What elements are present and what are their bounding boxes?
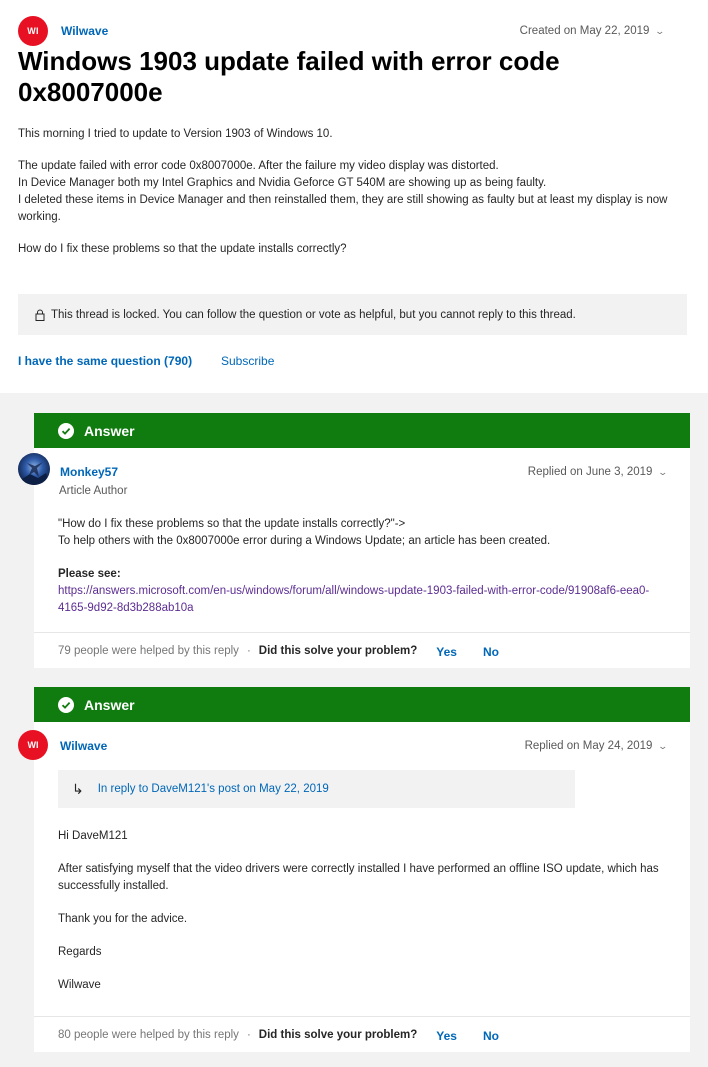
reply-paragraph: Wilwave xyxy=(58,979,101,991)
locked-notice: This thread is locked. You can follow th… xyxy=(18,294,687,335)
reply-author-link[interactable]: Wilwave xyxy=(60,739,107,753)
answer-banner: Answer xyxy=(34,687,690,722)
no-button[interactable]: No xyxy=(483,645,499,659)
question-author-link[interactable]: Wilwave xyxy=(61,24,108,38)
question-body: This morning I tried to update to Versio… xyxy=(18,126,683,273)
reply-date[interactable]: Replied on May 24, 2019 ⌄ xyxy=(524,740,669,752)
solve-prompt: Did this solve your problem? xyxy=(258,1028,418,1041)
answer-card: Answer Wilwave Replied on May 24, 2019 ⌄ … xyxy=(34,687,690,1052)
question-paragraph: How do I fix these problems so that the … xyxy=(18,243,347,255)
answer-card: Answer Monkey57 Article Author Replied o… xyxy=(34,413,690,668)
yes-button[interactable]: Yes xyxy=(436,1029,457,1043)
checkmark-icon xyxy=(58,422,74,439)
reply-paragraph: Please see: https://answers.microsoft.co… xyxy=(58,566,673,617)
reply-body: Hi DaveM121 After satisfying myself that… xyxy=(58,828,673,1010)
in-reply-to-link[interactable]: In reply to DaveM121's post on May 22, 2… xyxy=(98,783,329,795)
reply-body: "How do I fix these problems so that the… xyxy=(58,516,673,633)
answer-banner-label: Answer xyxy=(84,422,135,439)
created-date-text: Created on May 22, 2019 xyxy=(519,25,650,37)
question-line: In Device Manager both my Intel Graphics… xyxy=(18,177,547,189)
reply-footer: 80 people were helped by this reply · Di… xyxy=(34,1016,690,1052)
checkmark-icon xyxy=(58,696,74,713)
reply-footer: 79 people were helped by this reply · Di… xyxy=(34,632,690,668)
helped-count: 80 people were helped by this reply xyxy=(58,1028,239,1041)
reply-date-text: Replied on May 24, 2019 xyxy=(524,740,653,752)
question-paragraph: This morning I tried to update to Versio… xyxy=(18,128,333,140)
reply-date[interactable]: Replied on June 3, 2019 ⌄ xyxy=(527,466,669,478)
question-section: WI Wilwave Created on May 22, 2019 ⌄ Wind… xyxy=(0,0,708,393)
reply-line: To help others with the 0x8007000e error… xyxy=(58,535,551,547)
page-title: Windows 1903 update failed with error co… xyxy=(18,46,560,107)
answer-banner: Answer xyxy=(34,413,690,448)
no-button[interactable]: No xyxy=(483,1029,499,1043)
same-question-button[interactable]: I have the same question (790) xyxy=(18,354,192,368)
question-line: The update failed with error code 0x8007… xyxy=(18,160,499,172)
chevron-down-icon: ⌄ xyxy=(657,741,669,751)
avatar[interactable]: WI xyxy=(18,16,48,46)
question-line: I deleted these items in Device Manager … xyxy=(18,194,668,223)
question-paragraph: The update failed with error code 0x8007… xyxy=(18,158,683,226)
reply-paragraph: Thank you for the advice. xyxy=(58,913,188,925)
article-link[interactable]: https://answers.microsoft.com/en-us/wind… xyxy=(58,585,649,614)
yes-button[interactable]: Yes xyxy=(436,645,457,659)
answers-section: Answer Monkey57 Article Author Replied o… xyxy=(0,393,708,1067)
separator-dot: · xyxy=(246,1028,251,1041)
reply-date-text: Replied on June 3, 2019 xyxy=(527,466,653,478)
subscribe-link[interactable]: Subscribe xyxy=(221,354,274,368)
reply-paragraph: Regards xyxy=(58,946,102,958)
question-created-date[interactable]: Created on May 22, 2019 ⌄ xyxy=(519,25,666,37)
reply-paragraph: "How do I fix these problems so that the… xyxy=(58,516,673,550)
lock-icon xyxy=(35,309,45,321)
avatar[interactable] xyxy=(18,453,50,485)
answer-banner-label: Answer xyxy=(84,696,135,713)
separator-dot: · xyxy=(246,644,251,657)
reply-line: "How do I fix these problems so that the… xyxy=(58,518,406,530)
avatar[interactable]: WI xyxy=(18,730,48,760)
helped-count: 79 people were helped by this reply xyxy=(58,644,239,657)
please-see-label: Please see: xyxy=(58,568,121,580)
author-role: Article Author xyxy=(59,485,128,497)
reply-paragraph: Hi DaveM121 xyxy=(58,830,128,842)
in-reply-to-banner: ↳ In reply to DaveM121's post on May 22,… xyxy=(58,770,575,808)
solve-prompt: Did this solve your problem? xyxy=(258,644,418,657)
locked-notice-text: This thread is locked. You can follow th… xyxy=(51,308,576,321)
reply-paragraph: After satisfying myself that the video d… xyxy=(58,863,659,892)
reply-author-link[interactable]: Monkey57 xyxy=(60,465,118,479)
reply-arrow-icon: ↳ xyxy=(72,780,84,797)
chevron-down-icon: ⌄ xyxy=(657,467,669,477)
chevron-down-icon: ⌄ xyxy=(654,26,666,36)
